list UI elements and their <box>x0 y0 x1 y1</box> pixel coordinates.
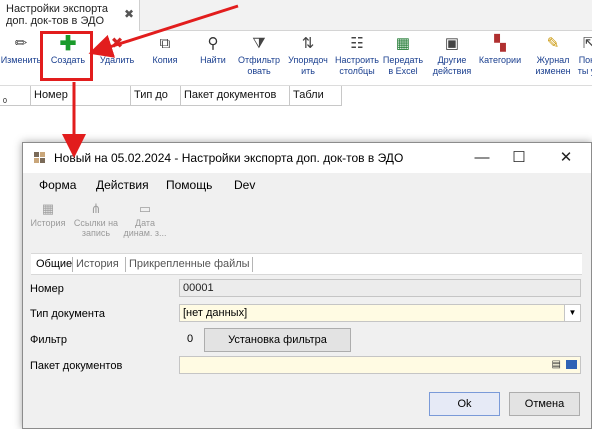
filter-button[interactable]: ⧩ Отфильтр овать <box>236 33 282 81</box>
links-tree-icon: ⋔ <box>90 201 102 216</box>
dialog-title: Новый на 05.02.2024 - Настройки экспорта… <box>54 151 404 165</box>
doctype-select[interactable]: [нет данных] ▼ <box>179 304 581 322</box>
excel-button[interactable]: ▦ Передать в Excel <box>380 33 426 81</box>
close-icon[interactable]: ✕ <box>555 148 577 168</box>
categories-icon: ▚ <box>494 35 506 52</box>
select-list-icon[interactable]: ▤ <box>552 359 561 371</box>
show-icon: ⇱ <box>582 35 592 52</box>
dialog-tabs: Общие История Прикрепленные файлы <box>31 253 582 275</box>
categories-button[interactable]: ▚ Категории <box>476 33 524 81</box>
column-header-doctype[interactable]: Тип до <box>131 86 181 106</box>
tab-attached-files[interactable]: Прикрепленные файлы <box>129 258 250 270</box>
grid-header: 0 Номер Тип до Пакет документов Табли <box>0 86 342 106</box>
sort-button[interactable]: ⇅ Упорядоч ить <box>284 33 332 81</box>
row-count-header: 0 <box>0 86 31 106</box>
cancel-button[interactable]: Отмена <box>509 392 580 416</box>
show-button[interactable]: ⇱ Пока ты уд <box>574 33 592 81</box>
links-button[interactable]: ⋔ Ссылки на запись <box>71 200 121 238</box>
history-button-label: История <box>30 218 66 228</box>
tab-general[interactable]: Общие <box>36 258 72 270</box>
sort-icon: ⇅ <box>301 35 315 52</box>
journal-icon: ✎ <box>546 35 560 52</box>
dialog-titlebar[interactable]: Новый на 05.02.2024 - Настройки экспорта… <box>23 143 591 173</box>
filter-label: Фильтр <box>30 334 67 346</box>
doctype-value: [нет данных] <box>183 307 248 319</box>
column-header-package[interactable]: Пакет документов <box>181 86 290 106</box>
set-filter-button[interactable]: Установка фильтра <box>204 328 351 352</box>
links-button-label: Ссылки на запись <box>73 218 119 238</box>
tab-history[interactable]: История <box>76 258 119 270</box>
create-button-highlight <box>40 31 93 81</box>
delete-x-icon: ✖ <box>110 35 124 52</box>
filter-button-label: Отфильтр овать <box>238 55 280 76</box>
minimize-icon[interactable]: — <box>471 148 493 168</box>
filter-value: 0 <box>187 333 194 345</box>
filter-icon: ⧩ <box>252 35 266 52</box>
column-header-table[interactable]: Табли <box>290 86 342 106</box>
menu-dev[interactable]: Dev <box>234 178 255 192</box>
copy-button[interactable]: ⧉ Копия <box>142 33 188 81</box>
chevron-down-icon[interactable]: ▼ <box>564 305 580 321</box>
ok-button[interactable]: Ok <box>429 392 500 416</box>
dialog-menubar: Форма Действия Помощь Dev <box>23 173 591 195</box>
columns-icon: ☷ <box>350 35 364 52</box>
edit-button[interactable]: ✏ Изменить <box>0 33 42 81</box>
find-button[interactable]: ⚲ Найти <box>192 33 234 81</box>
open-reference-icon[interactable] <box>566 360 577 369</box>
date-dynamic-button-label: Дата динам. з... <box>123 218 167 238</box>
date-dynamic-button[interactable]: ▭ Дата динам. з... <box>123 200 167 238</box>
menu-form[interactable]: Форма <box>39 178 76 192</box>
columns-button-label: Настроить столбцы <box>335 55 379 76</box>
journal-button-label: Журнал изменен <box>535 55 571 76</box>
tab-export-settings[interactable]: Настройки экспорта доп. док-тов в ЭДО ✖ <box>0 0 140 31</box>
doctype-label: Тип документа <box>30 308 106 320</box>
dialog-toolbar: ▦ История ⋔ Ссылки на запись ▭ Дата дина… <box>23 196 591 241</box>
journal-button[interactable]: ✎ Журнал изменен <box>532 33 574 81</box>
show-button-label: Пока ты уд <box>577 55 592 76</box>
copy-button-label: Копия <box>152 55 178 65</box>
package-label: Пакет документов <box>30 360 123 372</box>
tab-title: Настройки экспорта доп. док-тов в ЭДО <box>6 3 109 27</box>
edit-button-label: Изменить <box>0 55 42 65</box>
pencil-icon: ✏ <box>14 35 28 52</box>
new-record-dialog: Новый на 05.02.2024 - Настройки экспорта… <box>22 142 592 429</box>
history-icon: ▦ <box>41 201 55 216</box>
menu-actions[interactable]: Действия <box>96 178 149 192</box>
other-button[interactable]: ▣ Другие действия <box>428 33 476 81</box>
history-button[interactable]: ▦ История <box>29 200 67 228</box>
package-field[interactable]: ▤ <box>179 356 581 374</box>
column-header-number[interactable]: Номер <box>31 86 131 106</box>
menu-help[interactable]: Помощь <box>166 178 212 192</box>
other-button-label: Другие действия <box>432 55 472 76</box>
find-button-label: Найти <box>200 55 226 65</box>
binoculars-icon: ⚲ <box>207 35 219 52</box>
number-label: Номер <box>30 283 64 295</box>
columns-button[interactable]: ☷ Настроить столбцы <box>334 33 380 81</box>
delete-button[interactable]: ✖ Удалить <box>94 33 140 81</box>
app-icon <box>34 152 46 164</box>
briefcase-icon: ▣ <box>444 35 460 52</box>
categories-button-label: Категории <box>478 55 522 65</box>
delete-button-label: Удалить <box>99 55 135 65</box>
excel-icon: ▦ <box>395 35 411 52</box>
sort-button-label: Упорядоч ить <box>288 55 328 76</box>
folder-date-icon: ▭ <box>138 201 152 216</box>
tab-bar: Настройки экспорта доп. док-тов в ЭДО ✖ <box>0 0 592 31</box>
excel-button-label: Передать в Excel <box>382 55 424 76</box>
maximize-icon[interactable]: ☐ <box>508 148 530 168</box>
copy-icon: ⧉ <box>159 35 171 52</box>
tab-close-icon[interactable]: ✖ <box>124 7 134 21</box>
number-field[interactable]: 00001 <box>179 279 581 297</box>
